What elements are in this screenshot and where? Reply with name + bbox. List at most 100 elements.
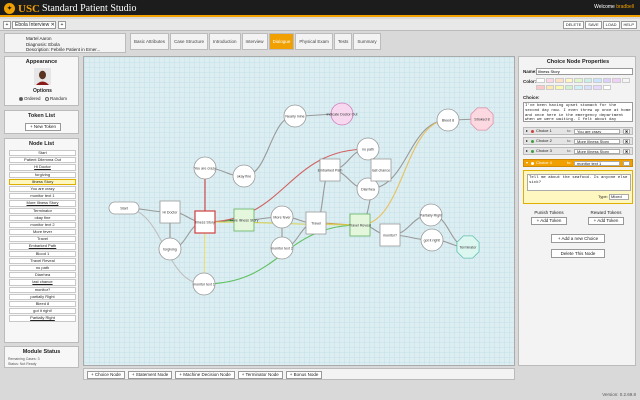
collapse-arrow-icon[interactable]: ▾	[526, 160, 528, 166]
graph-node[interactable]: got it right!	[420, 228, 444, 252]
graph-node[interactable]: Partially Right	[419, 203, 443, 227]
node-list-item[interactable]: Embarked Path	[9, 243, 76, 250]
close-icon[interactable]: ✕	[51, 22, 55, 28]
node-list-item[interactable]: More fever	[9, 229, 76, 236]
node-list-item[interactable]: got it right!	[9, 308, 76, 315]
graph-node[interactable]: Nearly mine	[283, 104, 307, 128]
add-scenario-button[interactable]: +	[3, 21, 11, 29]
new-token-button[interactable]: + New Token	[25, 123, 61, 131]
type-select[interactable]: Mixed	[609, 194, 629, 200]
expand-arrow-icon[interactable]: ▸	[526, 148, 528, 154]
color-swatch[interactable]	[583, 78, 592, 83]
color-swatch[interactable]	[593, 78, 602, 83]
node-list-item[interactable]: okay fine	[9, 214, 76, 221]
node-list-item[interactable]: Start	[9, 150, 76, 157]
color-swatch[interactable]	[593, 84, 602, 90]
node-list-item[interactable]: Bleed 8	[9, 300, 76, 308]
choice-target-select[interactable]: More Illness Story	[574, 148, 620, 154]
graph-node[interactable]: Hi Doctor	[159, 200, 181, 224]
choice-4-text-area[interactable]: Tell me about the seafood. Is anyone els…	[527, 174, 631, 191]
node-list-item[interactable]: partially Right	[9, 293, 76, 300]
tab-tests[interactable]: Tests	[333, 33, 353, 50]
graph-node[interactable]: okay fine	[232, 164, 256, 188]
node-list-item[interactable]: Illness Story	[9, 178, 76, 185]
node-list-item[interactable]: Terminator	[9, 207, 76, 214]
graph-node[interactable]: More Illness Story	[230, 208, 259, 232]
color-swatch[interactable]	[564, 78, 573, 83]
new-tab-button[interactable]: +	[58, 21, 66, 29]
graph-node[interactable]: You are crazy	[193, 156, 217, 180]
node-list-item[interactable]: Travel Reveal	[9, 257, 76, 264]
color-swatch[interactable]	[583, 84, 592, 90]
graph-node[interactable]: no path	[356, 137, 380, 161]
add-machine-decision-node-button[interactable]: + Machine Decision Node	[175, 371, 235, 379]
add-punish-token-button[interactable]: + Add Token	[531, 217, 567, 225]
graph-node[interactable]: Stroked 8	[470, 107, 494, 131]
node-list-item[interactable]: Hi Doctor	[9, 164, 76, 171]
graph-node[interactable]: Start	[108, 201, 140, 215]
node-list-item[interactable]: forgiving	[9, 171, 76, 178]
graph-node[interactable]: last chance	[370, 158, 392, 182]
choice-text-area[interactable]: I've been having upset stomach for the s…	[523, 102, 633, 122]
tab-basic-attributes[interactable]: Basic Attributes	[130, 33, 170, 50]
graph-node[interactable]: monitor?	[379, 223, 401, 247]
delete-node-button[interactable]: Delete This Node	[551, 249, 605, 258]
add-bonus-node-button[interactable]: + Bonus Node	[285, 371, 323, 379]
delete-button[interactable]: DELETE	[562, 21, 585, 29]
tab-dialogue[interactable]: Dialogue	[268, 33, 295, 50]
color-swatch[interactable]	[555, 84, 564, 90]
color-swatch[interactable]	[536, 84, 545, 90]
add-choice-node-button[interactable]: + Choice Node	[87, 371, 125, 379]
username-link[interactable]: bradbell	[616, 4, 634, 10]
graph-node[interactable]: Travel Reveal	[349, 213, 371, 237]
choice-row-4[interactable]: ▾ Choice 4 to: monitor text 1 ✖	[523, 159, 633, 167]
node-list-item[interactable]: monitor text 2	[9, 221, 76, 229]
tab-physical-exam[interactable]: Physical Exam	[295, 33, 333, 50]
expand-arrow-icon[interactable]: ▸	[526, 128, 528, 134]
color-swatch[interactable]	[555, 78, 564, 83]
node-list-item[interactable]: no path	[9, 265, 76, 272]
choice-row-2[interactable]: ▸ Choice 2 to: More Illness Story ✖	[523, 137, 633, 145]
scenario-tab[interactable]: Ebola Interview ✕	[12, 21, 56, 29]
color-swatch[interactable]	[564, 84, 573, 90]
save-button[interactable]: SAVE	[585, 21, 602, 29]
color-swatch[interactable]	[545, 84, 554, 90]
node-list-item[interactable]: Patient Dilemma Out	[9, 157, 76, 164]
color-swatch[interactable]	[612, 78, 621, 83]
graph-node[interactable]: Embarked Path	[318, 158, 343, 182]
avatar[interactable]	[34, 68, 51, 85]
choice-row-1[interactable]: ▸ Choice 1 to: You are crazy ✖	[523, 127, 633, 135]
choice-row-3[interactable]: ▸ Choice 3 to: More Illness Story ✖	[523, 147, 633, 155]
node-name-input[interactable]	[536, 68, 633, 75]
help-button[interactable]: HELP	[620, 21, 637, 29]
node-list-item[interactable]: You are crazy	[9, 185, 76, 193]
graph-node[interactable]: monitor text 2	[270, 236, 294, 260]
graph-node[interactable]: Illness Story	[194, 210, 216, 234]
add-terminator-node-button[interactable]: + Terminator Node	[237, 371, 283, 379]
color-swatch[interactable]	[574, 84, 583, 90]
node-list-item[interactable]: Partially Right	[9, 315, 76, 322]
tab-summary[interactable]: Summary	[353, 33, 381, 50]
delete-choice-icon[interactable]: ✖	[623, 148, 630, 154]
graph-node[interactable]: Bleed 8	[436, 108, 460, 132]
color-swatch[interactable]	[574, 78, 583, 83]
option-ordered[interactable]: Ordered	[19, 96, 41, 101]
graph-node[interactable]: Indicate Doctor Out	[327, 102, 358, 126]
dialogue-graph[interactable]: Start Hi Doctor forgiving Illness Story You …	[84, 57, 515, 366]
add-reward-token-button[interactable]: + Add Token	[588, 217, 624, 225]
node-list-item[interactable]: Diarrhea	[9, 272, 76, 279]
expand-arrow-icon[interactable]: ▸	[526, 138, 528, 144]
color-swatch[interactable]	[602, 78, 611, 83]
graph-node[interactable]: monitor text 1	[192, 272, 216, 296]
node-list-item[interactable]: Blood 1	[9, 250, 76, 257]
choice-target-select[interactable]: You are crazy	[574, 128, 620, 134]
node-list-item[interactable]: monitor text 1	[9, 193, 76, 200]
node-list-item[interactable]: Travel	[9, 236, 76, 243]
color-swatch[interactable]	[545, 78, 554, 83]
add-choice-button[interactable]: + Add a new Choice	[551, 234, 605, 243]
tab-interview[interactable]: Interview	[241, 33, 268, 50]
graph-node[interactable]: More fever	[270, 205, 294, 229]
tab-introduction[interactable]: Introduction	[209, 33, 241, 50]
color-swatch[interactable]	[602, 84, 611, 90]
node-list-item[interactable]: More Illness Story	[9, 200, 76, 207]
